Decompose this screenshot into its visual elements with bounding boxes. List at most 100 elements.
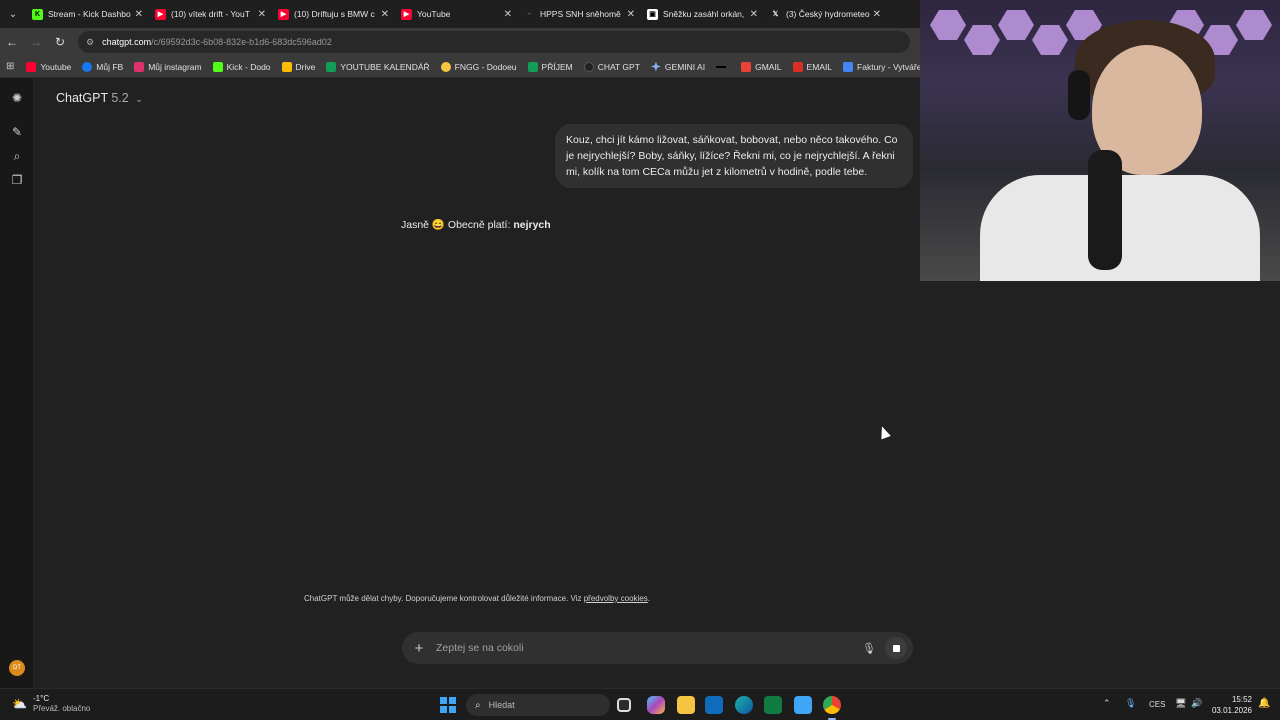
bookmark-youtube-calendar[interactable]: YOUTUBE KALENDÁŘ bbox=[326, 61, 430, 72]
light-panel bbox=[1236, 10, 1272, 40]
tab-x-hydrometeo[interactable]: 𝕏 (3) Český hydrometeo ✕ bbox=[764, 0, 887, 28]
bookmark-instagram[interactable]: Můj instagram bbox=[134, 61, 202, 72]
bookmark-label: YOUTUBE KALENDÁŘ bbox=[340, 61, 430, 72]
bookmark-label: Drive bbox=[295, 61, 316, 72]
plus-icon[interactable]: + bbox=[402, 640, 436, 657]
gmail-icon bbox=[741, 61, 752, 72]
tab-title: Sněžku zasáhl orkán, bbox=[663, 9, 745, 19]
notification-bell-icon[interactable]: 🔔 bbox=[1258, 698, 1270, 709]
bookmark-unnamed[interactable] bbox=[716, 61, 730, 72]
bookmark-label: Můj instagram bbox=[148, 61, 202, 72]
message-composer: + 🎙 bbox=[402, 632, 913, 664]
time: 15:52 bbox=[1231, 695, 1252, 704]
taskbar-search[interactable]: ⌕ Hledat bbox=[466, 694, 610, 716]
tab-kick-dashboard[interactable]: K Stream - Kick Dashbo ✕ bbox=[26, 0, 149, 28]
address-bar[interactable]: ⚙ chatgpt.com/c/69592d3c-6b08-832e-b1d6-… bbox=[78, 31, 910, 53]
tab-title: YouTube bbox=[417, 9, 451, 19]
new-chat-icon[interactable]: ✎ bbox=[9, 124, 25, 140]
close-tab-icon[interactable]: ✕ bbox=[750, 9, 758, 20]
tab-snezka-news[interactable]: ▣ Sněžku zasáhl orkán, ✕ bbox=[641, 0, 764, 28]
bookmark-drive[interactable]: Drive bbox=[281, 61, 316, 72]
stop-icon bbox=[892, 644, 900, 652]
microphone-icon[interactable]: 🎙 bbox=[859, 642, 879, 655]
bookmark-faktury[interactable]: Faktury - Vytváření bbox=[843, 61, 920, 72]
invoice-icon bbox=[843, 61, 854, 72]
close-tab-icon[interactable]: ✕ bbox=[258, 9, 266, 20]
close-tab-icon[interactable]: ✕ bbox=[504, 9, 512, 20]
weather-widget[interactable]: ⛅ -1°C Převáž. oblačno bbox=[12, 694, 90, 714]
task-view-icon[interactable] bbox=[617, 698, 631, 712]
headphones bbox=[1068, 70, 1090, 120]
search-icon: ⌕ bbox=[475, 699, 481, 711]
bookmark-facebook[interactable]: Můj FB bbox=[82, 61, 123, 72]
tab-title: Stream - Kick Dashbo bbox=[48, 9, 131, 19]
chevron-down-icon: ⌄ bbox=[135, 94, 143, 104]
date: 03.01.2026 bbox=[1211, 706, 1252, 715]
tab-youtube-vitek[interactable]: ▶ (10) vítek drift - YouT ✕ bbox=[149, 0, 272, 28]
light-panel bbox=[930, 10, 966, 40]
close-tab-icon[interactable]: ✕ bbox=[381, 9, 389, 20]
disclaimer: ChatGPT může dělat chyby. Doporučujeme k… bbox=[34, 594, 920, 603]
dash-bookmark-icon bbox=[716, 61, 727, 72]
model-selector[interactable]: ChatGPT 5.2 ⌄ bbox=[56, 91, 143, 105]
copilot-icon[interactable] bbox=[647, 696, 665, 714]
bookmark-youtube[interactable]: Youtube bbox=[26, 61, 71, 72]
language-indicator[interactable]: CES bbox=[1149, 700, 1165, 709]
close-tab-icon[interactable]: ✕ bbox=[873, 9, 881, 20]
apps-grid-icon[interactable]: ⊞ bbox=[6, 61, 14, 72]
tab-title: (10) vítek drift - YouT bbox=[171, 9, 250, 19]
chrome-icon[interactable] bbox=[823, 696, 841, 720]
instagram-icon bbox=[134, 61, 145, 72]
sheets-icon bbox=[527, 61, 538, 72]
bookmark-label: EMAIL bbox=[806, 61, 833, 72]
microphone-icon[interactable]: 🎙 bbox=[1125, 698, 1136, 709]
search-placeholder: Hledat bbox=[488, 700, 515, 710]
edge-icon[interactable] bbox=[735, 696, 753, 714]
avatar[interactable]: DT bbox=[9, 660, 25, 676]
network-icon[interactable]: 🖥 bbox=[1175, 698, 1186, 709]
bookmark-prijem[interactable]: PŘÍJEM bbox=[527, 61, 573, 72]
bookmark-gmail[interactable]: GMAIL bbox=[741, 61, 782, 72]
close-tab-icon[interactable]: ✕ bbox=[135, 9, 143, 20]
file-explorer-icon[interactable] bbox=[677, 696, 695, 714]
search-icon[interactable]: ⌕ bbox=[9, 148, 25, 164]
clock[interactable]: 15:52 03.01.2026 bbox=[1208, 694, 1252, 716]
tab-search-icon[interactable]: ⌄ bbox=[0, 0, 26, 28]
notepad-icon[interactable] bbox=[794, 696, 812, 714]
chatgpt-sidebar: ✺ ✎ ⌕ ❐ DT bbox=[0, 78, 34, 688]
site-info-icon[interactable]: ⚙ bbox=[86, 37, 94, 48]
email-icon bbox=[792, 61, 803, 72]
youtube-icon: ▶ bbox=[155, 8, 166, 20]
close-tab-icon[interactable]: ✕ bbox=[627, 9, 635, 20]
reload-icon[interactable]: ↻ bbox=[48, 35, 72, 49]
outlook-icon[interactable] bbox=[705, 696, 723, 714]
tab-youtube[interactable]: ▶ YouTube ✕ bbox=[395, 0, 518, 28]
x-icon: 𝕏 bbox=[772, 11, 779, 18]
bookmark-label: CHAT GPT bbox=[597, 61, 640, 72]
streaming-microphone bbox=[1088, 150, 1122, 270]
windows-start-icon[interactable] bbox=[440, 697, 456, 713]
bookmark-label: Faktury - Vytváření bbox=[857, 61, 920, 72]
volume-icon[interactable]: 🔊 bbox=[1191, 698, 1202, 709]
terminal-icon[interactable] bbox=[764, 696, 782, 714]
tab-youtube-bmw[interactable]: ▶ (10) Driftuju s BMW c ✕ bbox=[272, 0, 395, 28]
light-panel bbox=[998, 10, 1034, 40]
back-arrow-icon[interactable]: ← bbox=[0, 35, 24, 49]
bookmark-kick[interactable]: Kick - Dodo bbox=[212, 61, 271, 72]
library-icon[interactable]: ❐ bbox=[9, 172, 25, 188]
chevron-up-icon[interactable]: ⌃ bbox=[1103, 698, 1111, 709]
bookmark-chatgpt[interactable]: CHAT GPT bbox=[583, 61, 640, 72]
user-message: Kouz, chci jít kámo ližovat, sáňkovat, b… bbox=[555, 124, 913, 188]
kick-icon: K bbox=[32, 8, 43, 20]
disclaimer-text: ChatGPT může dělat chyby. Doporučujeme k… bbox=[304, 594, 584, 603]
tab-hpps[interactable]: – HPPS SNH sněhomě ✕ bbox=[518, 0, 641, 28]
bookmark-fngg[interactable]: FNGG - Dodoeu bbox=[440, 61, 517, 72]
gemini-icon bbox=[650, 61, 661, 72]
bookmark-email[interactable]: EMAIL bbox=[792, 61, 833, 72]
bookmark-gemini[interactable]: GEMINI AI bbox=[650, 61, 705, 72]
forward-arrow-icon[interactable]: → bbox=[24, 35, 48, 49]
prompt-input[interactable] bbox=[436, 642, 859, 654]
cookie-preferences-link[interactable]: předvolby cookies bbox=[584, 594, 648, 603]
openai-logo-icon[interactable]: ✺ bbox=[9, 90, 25, 106]
stop-generating-button[interactable] bbox=[885, 637, 907, 659]
